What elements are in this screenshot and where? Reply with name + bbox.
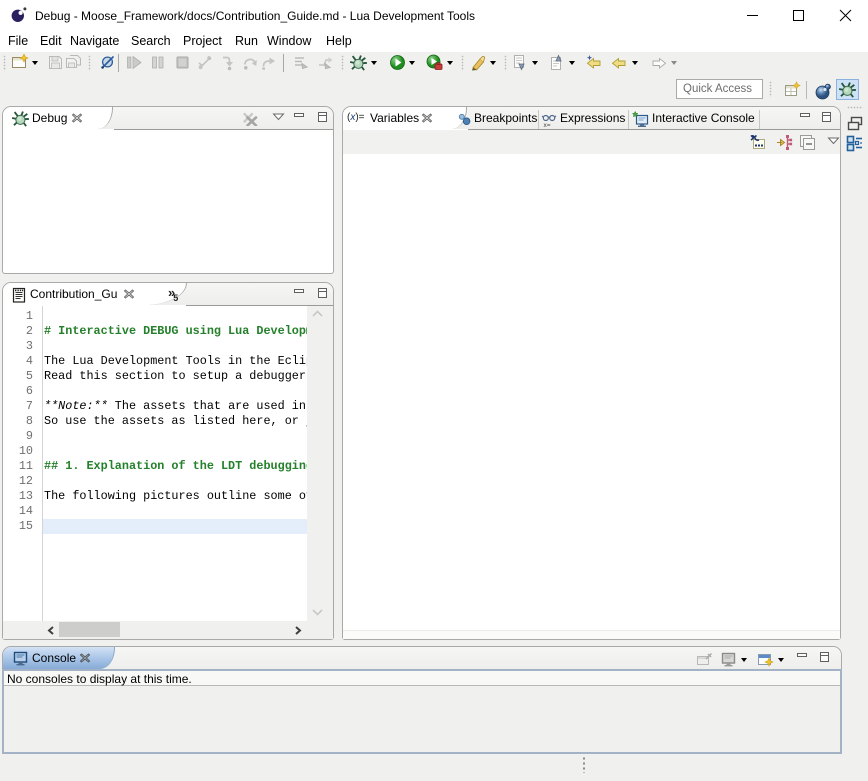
svg-text:x=: x= (544, 122, 551, 128)
